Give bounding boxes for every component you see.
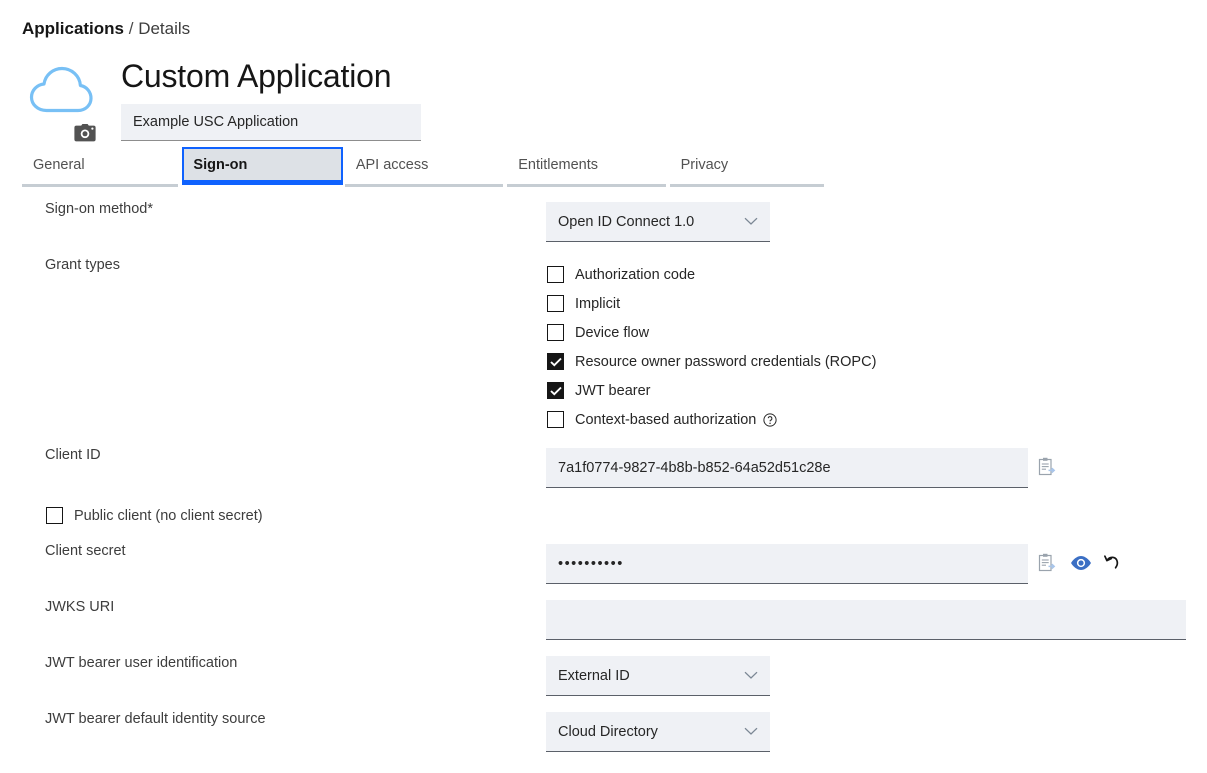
checkbox-box (547, 324, 564, 341)
checkbox-implicit[interactable]: Implicit (547, 295, 620, 312)
jwt-bearer-user-identification-value: External ID (558, 667, 630, 684)
tab-api-access-label: API access (355, 156, 429, 173)
checkbox-box (46, 507, 63, 524)
tab-general-label: General (33, 156, 85, 173)
jwks-uri-label: JWKS URI (45, 599, 115, 615)
copy-to-clipboard-icon[interactable] (1037, 457, 1056, 477)
checkbox-label: JWT bearer (575, 382, 651, 399)
tab-sign-on[interactable]: Sign-on (182, 147, 344, 185)
help-circle-icon[interactable] (763, 412, 777, 427)
page-title: Custom Application (121, 58, 392, 94)
tab-api-access[interactable]: API access (344, 147, 505, 187)
checkbox-authorization-code[interactable]: Authorization code (547, 266, 695, 283)
chevron-down-icon (744, 214, 758, 230)
jwt-bearer-default-identity-source-select[interactable]: Cloud Directory (546, 712, 770, 752)
app-name-input[interactable] (121, 104, 421, 141)
checkbox-label: Public client (no client secret) (74, 507, 263, 524)
breadcrumb-details: Details (138, 19, 191, 38)
breadcrumb: Applications / Details (22, 18, 190, 40)
client-id-input[interactable] (546, 448, 1028, 488)
checkbox-label: Authorization code (575, 266, 696, 283)
checkbox-label: Context-based authorization (575, 411, 757, 428)
eye-icon[interactable] (1070, 555, 1092, 571)
client-secret-label: Client secret (45, 543, 126, 559)
checkbox-box (547, 295, 564, 312)
tab-privacy-label: Privacy (680, 156, 729, 173)
checkbox-box (547, 353, 564, 370)
checkbox-device-flow[interactable]: Device flow (547, 324, 649, 341)
checkbox-label: Device flow (575, 324, 650, 341)
tab-general[interactable]: General (22, 147, 180, 187)
checkbox-public-client[interactable]: Public client (no client secret) (46, 507, 263, 524)
client-secret-input[interactable] (546, 544, 1028, 584)
chevron-down-icon (744, 668, 758, 684)
undo-arrow-icon[interactable] (1104, 554, 1121, 571)
checkbox-label: Implicit (575, 295, 621, 312)
checkbox-context-based-authorization[interactable]: Context-based authorization (547, 411, 777, 428)
checkbox-box (547, 411, 564, 428)
tab-entitlements-label: Entitlements (518, 156, 598, 173)
grant-types-label: Grant types (45, 257, 120, 273)
chevron-down-icon (744, 724, 758, 740)
tab-privacy[interactable]: Privacy (669, 147, 826, 187)
jwt-bearer-user-identification-label: JWT bearer user identification (45, 655, 238, 671)
checkbox-box (547, 382, 564, 399)
jwt-bearer-user-identification-select[interactable]: External ID (546, 656, 770, 696)
tab-sign-on-label: Sign-on (193, 156, 248, 173)
sign-on-method-select[interactable]: Open ID Connect 1.0 (546, 202, 770, 242)
sign-on-method-label: Sign-on method* (45, 201, 154, 217)
jwt-bearer-default-identity-source-value: Cloud Directory (558, 723, 658, 740)
copy-to-clipboard-icon[interactable] (1037, 553, 1056, 573)
jwks-uri-input[interactable] (546, 600, 1186, 640)
checkbox-ropc[interactable]: Resource owner password credentials (ROP… (547, 353, 876, 370)
breadcrumb-separator: / (124, 19, 139, 38)
checkbox-label: Resource owner password credentials (ROP… (575, 353, 877, 370)
client-id-label: Client ID (45, 447, 101, 463)
app-logo[interactable] (26, 58, 106, 146)
sign-on-method-value: Open ID Connect 1.0 (558, 213, 695, 230)
camera-icon[interactable] (74, 124, 96, 147)
breadcrumb-applications[interactable]: Applications (22, 19, 124, 38)
jwt-bearer-default-identity-source-label: JWT bearer default identity source (45, 711, 266, 727)
tab-bar: General Sign-on API access Entitlements … (22, 147, 828, 187)
checkbox-box (547, 266, 564, 283)
tab-entitlements[interactable]: Entitlements (507, 147, 667, 187)
cloud-icon (26, 62, 96, 123)
checkbox-jwt-bearer[interactable]: JWT bearer (547, 382, 650, 399)
